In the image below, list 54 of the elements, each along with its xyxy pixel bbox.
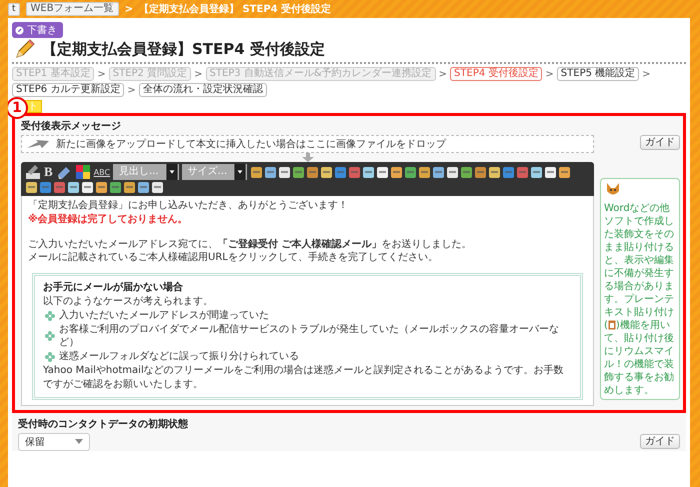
clipboard-icon — [608, 320, 616, 330]
guide-button[interactable]: ガイド — [640, 135, 680, 150]
caret-icon — [233, 164, 248, 180]
editor-area[interactable] — [21, 196, 594, 406]
spellcheck-button[interactable]: ABC — [94, 168, 110, 176]
eraser-icon — [56, 164, 72, 180]
dropdown-value: サイズ... — [186, 165, 228, 179]
guide-button[interactable]: ガイド — [640, 434, 680, 450]
warning-text: ※会員登録は完了しておりません。 — [28, 212, 189, 227]
breadcrumb-separator: > — [124, 4, 133, 14]
arrow-icon — [26, 139, 50, 149]
bullet-text: お客様ご利用のプロバイダでメール配信サービスのトラブルが発生していた（メールボックスの容量オーバーなど） — [58, 322, 560, 350]
body-text: ご入力いただいたメールアドレス宛てに、「ご登録受付 ご本人様確認メール」をお送りしました。 — [28, 238, 472, 252]
step-tab[interactable]: 全体の流れ・設定状況確認 — [138, 83, 267, 97]
notice-intro: 以下のようなケースが考えられます。 — [43, 294, 214, 309]
step-separator: > — [127, 84, 136, 96]
dropdown-value: 見出し... — [118, 164, 160, 179]
body-text: 「定期支払会員登録」にお申し込みいただき、ありがとうございます！ — [28, 199, 349, 213]
pencil-circle-icon — [15, 26, 24, 34]
clover-bullet-icon — [45, 310, 55, 321]
step-tab[interactable]: STEP6 カルテ更新設定 — [12, 83, 124, 97]
bullet-text: 迷惑メールフォルダなどに誤って振り分けられている — [59, 350, 299, 364]
select-value: 保留 — [25, 436, 45, 449]
step-separator: > — [194, 68, 202, 80]
step-tab[interactable]: STEP4 受付後設定 — [450, 67, 542, 81]
status-select[interactable]: 保留 — [18, 432, 90, 451]
bold-button[interactable]: B — [44, 164, 53, 180]
breadcrumb-current: 【定期支払会員登録】 STEP4 受付後設定 — [139, 2, 332, 16]
step-tab[interactable]: STEP5 機能設定 — [556, 67, 640, 81]
step-separator: > — [642, 68, 651, 80]
clover-bullet-icon — [45, 352, 55, 362]
step-separator: > — [438, 68, 448, 80]
notice-closing: Yahoo Mailやhotmailなどのフリーメールをご利用の場合は迷惑メールと誤判定されることがあるようです。お手数ですがご確認をお願いいたします。 — [43, 364, 565, 392]
bullet-text: 入力いただいたメールアドレスが間違っていた — [59, 308, 269, 323]
drop-zone-text: 新たに画像をアップロードして本文に挿入したい場合はここに画像ファイルをドロップ — [56, 138, 446, 151]
clover-bullet-icon — [45, 331, 55, 342]
breadcrumb-link[interactable]: WEBフォーム一覧 — [26, 2, 119, 16]
color-palette-icon — [74, 164, 91, 180]
caret-icon — [164, 164, 179, 180]
draft-badge-label: 下書き — [27, 24, 57, 37]
page-title: 【定期支払会員登録】STEP4 受付後設定 — [42, 40, 325, 58]
caret-icon — [75, 438, 83, 445]
tip-text: Wordなどの他ソフトで作成した装飾文をそのまま貼り付けると、表示や編集に不備が発生する場合があります。プレーンテキスト貼り付け( )機能を用いて、貼り付け後にリウムスマイル！の機能で装飾する事をお勧めします。 — [604, 202, 675, 397]
step-separator: > — [545, 68, 554, 80]
notice-heading: お手元にメールが届かない場合 — [43, 281, 184, 295]
section-title: 受付後表示メッセージ — [21, 120, 122, 133]
callout-number: 1 — [8, 97, 28, 119]
home-button[interactable]: t — [8, 2, 20, 16]
body-text: メールに記載されているご本人様確認用URLをクリックして、手続きを完了してください。 — [28, 251, 439, 266]
step-separator: > — [97, 68, 106, 80]
down-arrow-icon — [302, 153, 314, 162]
pencil-icon — [14, 38, 36, 60]
section-title: 受付時のコンタクトデータの初期状態 — [18, 417, 189, 431]
drop-zone[interactable]: 新たに画像をアップロードして本文に挿入したい場合はここに画像ファイルをドロップ — [21, 135, 594, 153]
